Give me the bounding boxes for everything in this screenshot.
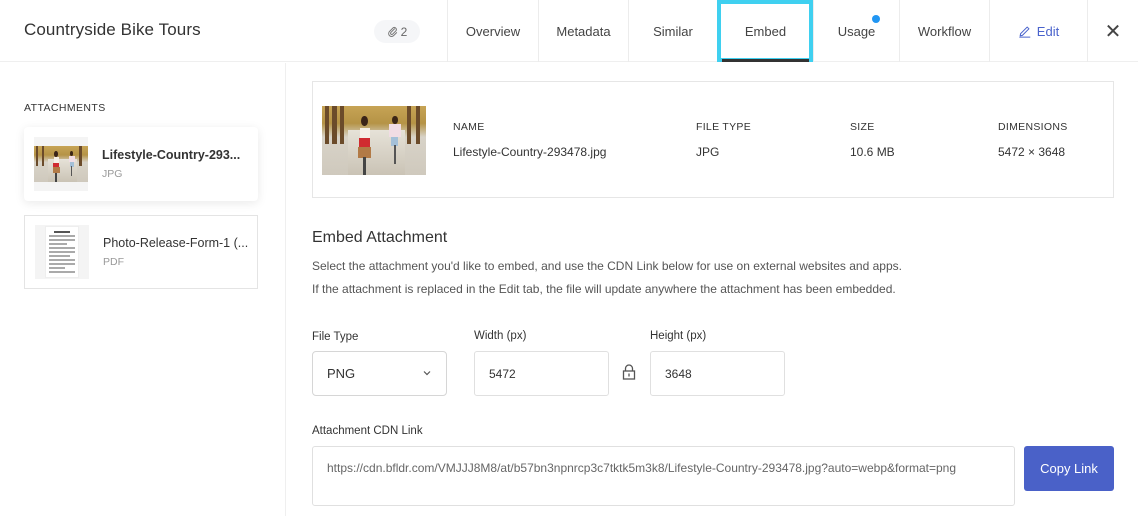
embed-heading: Embed Attachment (312, 229, 448, 246)
tab-similar-label: Similar (653, 23, 693, 39)
attachment-count: 2 (400, 24, 408, 39)
attachment-count-badge[interactable]: 2 (374, 20, 420, 43)
size-label: SIZE (850, 121, 875, 133)
pdf-document-thumbnail (45, 226, 79, 278)
file-preview-image (322, 106, 426, 175)
copy-link-button[interactable]: Copy Link (1024, 446, 1114, 491)
edit-label: Edit (1036, 23, 1060, 39)
attachment-type: JPG (102, 168, 123, 180)
size-column: SIZE 10.6 MB (850, 121, 895, 159)
cdn-link-field[interactable]: https://cdn.bfldr.com/VMJJJ8M8/at/b57bn3… (312, 446, 1015, 506)
page-title: Countryside Bike Tours (24, 20, 201, 39)
dimensions-label: DIMENSIONS (998, 121, 1068, 133)
tab-overview[interactable]: Overview (447, 0, 538, 62)
tab-metadata[interactable]: Metadata (538, 0, 628, 62)
tab-workflow[interactable]: Workflow (899, 0, 989, 62)
close-icon: ✕ (1104, 20, 1122, 43)
attachment-type: PDF (103, 256, 124, 268)
attachments-heading: ATTACHMENTS (24, 102, 106, 114)
lock-icon[interactable] (622, 364, 636, 380)
notification-dot (872, 15, 880, 23)
height-label: Height (px) (650, 330, 707, 342)
attachment-thumbnail (35, 225, 89, 279)
file-type-label: File Type (312, 331, 359, 343)
embed-description-2: If the attachment is replaced in the Edi… (312, 282, 896, 296)
pencil-icon (1019, 26, 1031, 38)
width-input[interactable] (474, 351, 609, 396)
filetype-column: FILE TYPE JPG (696, 121, 751, 159)
name-label: NAME (453, 121, 485, 133)
file-type-value: PNG (327, 366, 356, 381)
name-column: NAME Lifestyle-Country-293478.jpg (453, 121, 606, 159)
tab-embed-label: Embed (744, 23, 787, 39)
width-label: Width (px) (474, 330, 527, 342)
name-value: Lifestyle-Country-293478.jpg (453, 145, 607, 159)
filetype-value: JPG (696, 145, 720, 159)
tab-metadata-label: Metadata (556, 23, 611, 39)
tab-usage-label: Usage (837, 23, 876, 39)
size-value: 10.6 MB (850, 145, 895, 159)
bike-photo-thumbnail (34, 146, 88, 182)
attachment-name: Photo-Release-Form-1 (... (103, 236, 249, 250)
attachments-sidebar: ATTACHMENTS Lifestyle-Country-293... JPG… (0, 63, 286, 516)
tab-overview-label: Overview (465, 23, 521, 39)
file-type-select[interactable]: PNG (312, 351, 447, 396)
tab-similar[interactable]: Similar (628, 0, 717, 62)
height-input[interactable] (650, 351, 785, 396)
tab-usage[interactable]: Usage (813, 0, 899, 62)
attachment-name: Lifestyle-Country-293... (102, 148, 241, 162)
edit-button[interactable]: Edit (989, 0, 1087, 62)
cdn-link-label: Attachment CDN Link (312, 425, 423, 437)
header: Countryside Bike Tours 2 Overview Metada… (0, 0, 1138, 62)
attachment-item[interactable]: Lifestyle-Country-293... JPG (24, 127, 258, 201)
paperclip-icon (387, 27, 397, 37)
tab-embed[interactable]: Embed (717, 0, 813, 62)
embed-panel: NAME Lifestyle-Country-293478.jpg FILE T… (287, 63, 1138, 516)
tab-workflow-label: Workflow (917, 23, 972, 39)
embed-description-1: Select the attachment you'd like to embe… (312, 259, 902, 273)
attachment-thumbnail (34, 137, 88, 191)
filetype-label: FILE TYPE (696, 121, 752, 133)
tab-bar: Overview Metadata Similar Embed Usage Wo… (447, 0, 1087, 62)
dimensions-value: 5472 × 3648 (998, 145, 1066, 159)
dimensions-column: DIMENSIONS 5472 × 3648 (998, 121, 1068, 159)
close-button[interactable]: ✕ (1087, 0, 1138, 62)
attachment-item[interactable]: Photo-Release-Form-1 (... PDF (24, 215, 258, 289)
chevron-down-icon (423, 371, 431, 376)
file-details-card: NAME Lifestyle-Country-293478.jpg FILE T… (312, 81, 1114, 198)
